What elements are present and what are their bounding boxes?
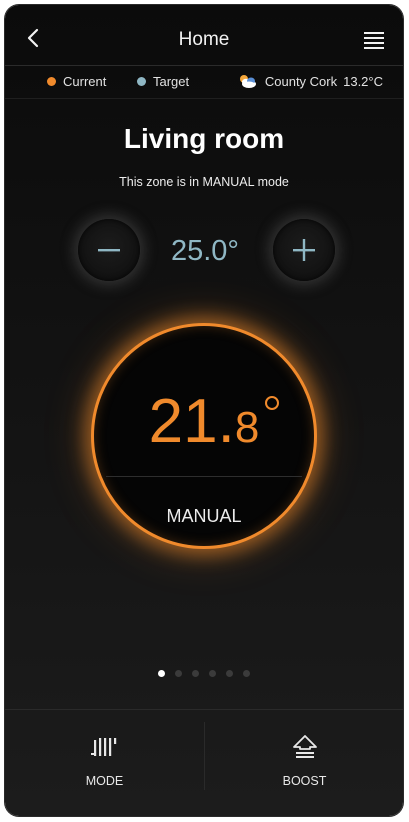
page-dot-3[interactable] bbox=[192, 670, 199, 677]
degree-symbol bbox=[265, 396, 279, 410]
increase-target-button[interactable] bbox=[273, 219, 335, 281]
current-dot bbox=[47, 77, 56, 86]
boost-button[interactable]: BOOST bbox=[205, 710, 403, 816]
mode-button[interactable]: MODE bbox=[5, 710, 204, 816]
mode-label: MODE bbox=[85, 774, 124, 788]
page-dot-5[interactable] bbox=[226, 670, 233, 677]
page-title: Home bbox=[178, 29, 230, 50]
zone-name: Living room bbox=[123, 123, 285, 154]
boost-arrow-icon bbox=[293, 735, 317, 758]
page-dot-6[interactable] bbox=[243, 670, 250, 677]
legend-current: Current bbox=[47, 74, 106, 89]
minus-icon bbox=[98, 249, 120, 252]
legend-target: Target bbox=[137, 74, 189, 89]
temperature-dial[interactable]: 21.8 MANUAL bbox=[91, 323, 317, 549]
page-dot-1[interactable] bbox=[158, 670, 165, 677]
hamburger-menu-icon bbox=[364, 32, 384, 49]
page-indicator bbox=[5, 670, 403, 677]
legend-divider bbox=[5, 98, 403, 99]
target-temperature: 25.0° bbox=[170, 235, 240, 267]
weather-temperature: 13.2°C bbox=[343, 73, 383, 89]
legend-target-label: Target bbox=[153, 74, 190, 89]
decrease-target-button[interactable] bbox=[78, 219, 140, 281]
current-temperature-decimal: 8 bbox=[234, 403, 260, 452]
menu-button[interactable] bbox=[363, 31, 385, 49]
page-dot-2[interactable] bbox=[175, 670, 182, 677]
bottom-action-bar: MODE BOOST bbox=[5, 709, 403, 816]
phone-screen: Home Current Target County Cork 13.2°C L… bbox=[5, 5, 403, 816]
sun-cloud-icon bbox=[239, 75, 256, 88]
current-temperature: 21.8 bbox=[94, 386, 314, 457]
plus-icon bbox=[293, 239, 315, 261]
boost-label: BOOST bbox=[282, 774, 327, 788]
weather-info: County Cork 13.2°C bbox=[237, 73, 383, 89]
weather-location: County Cork bbox=[264, 73, 338, 89]
zone-mode-text: This zone is in MANUAL mode bbox=[119, 175, 289, 189]
target-dot bbox=[137, 77, 146, 86]
legend-current-label: Current bbox=[63, 74, 107, 89]
dial-mode-label: MANUAL bbox=[166, 506, 242, 526]
dial-divider bbox=[106, 476, 302, 477]
page-dot-4[interactable] bbox=[209, 670, 216, 677]
radiator-icon bbox=[91, 738, 117, 756]
legend-row: Current Target County Cork 13.2°C bbox=[5, 66, 403, 98]
header-bar: Home bbox=[5, 5, 403, 65]
current-temperature-main: 21. bbox=[148, 387, 235, 456]
